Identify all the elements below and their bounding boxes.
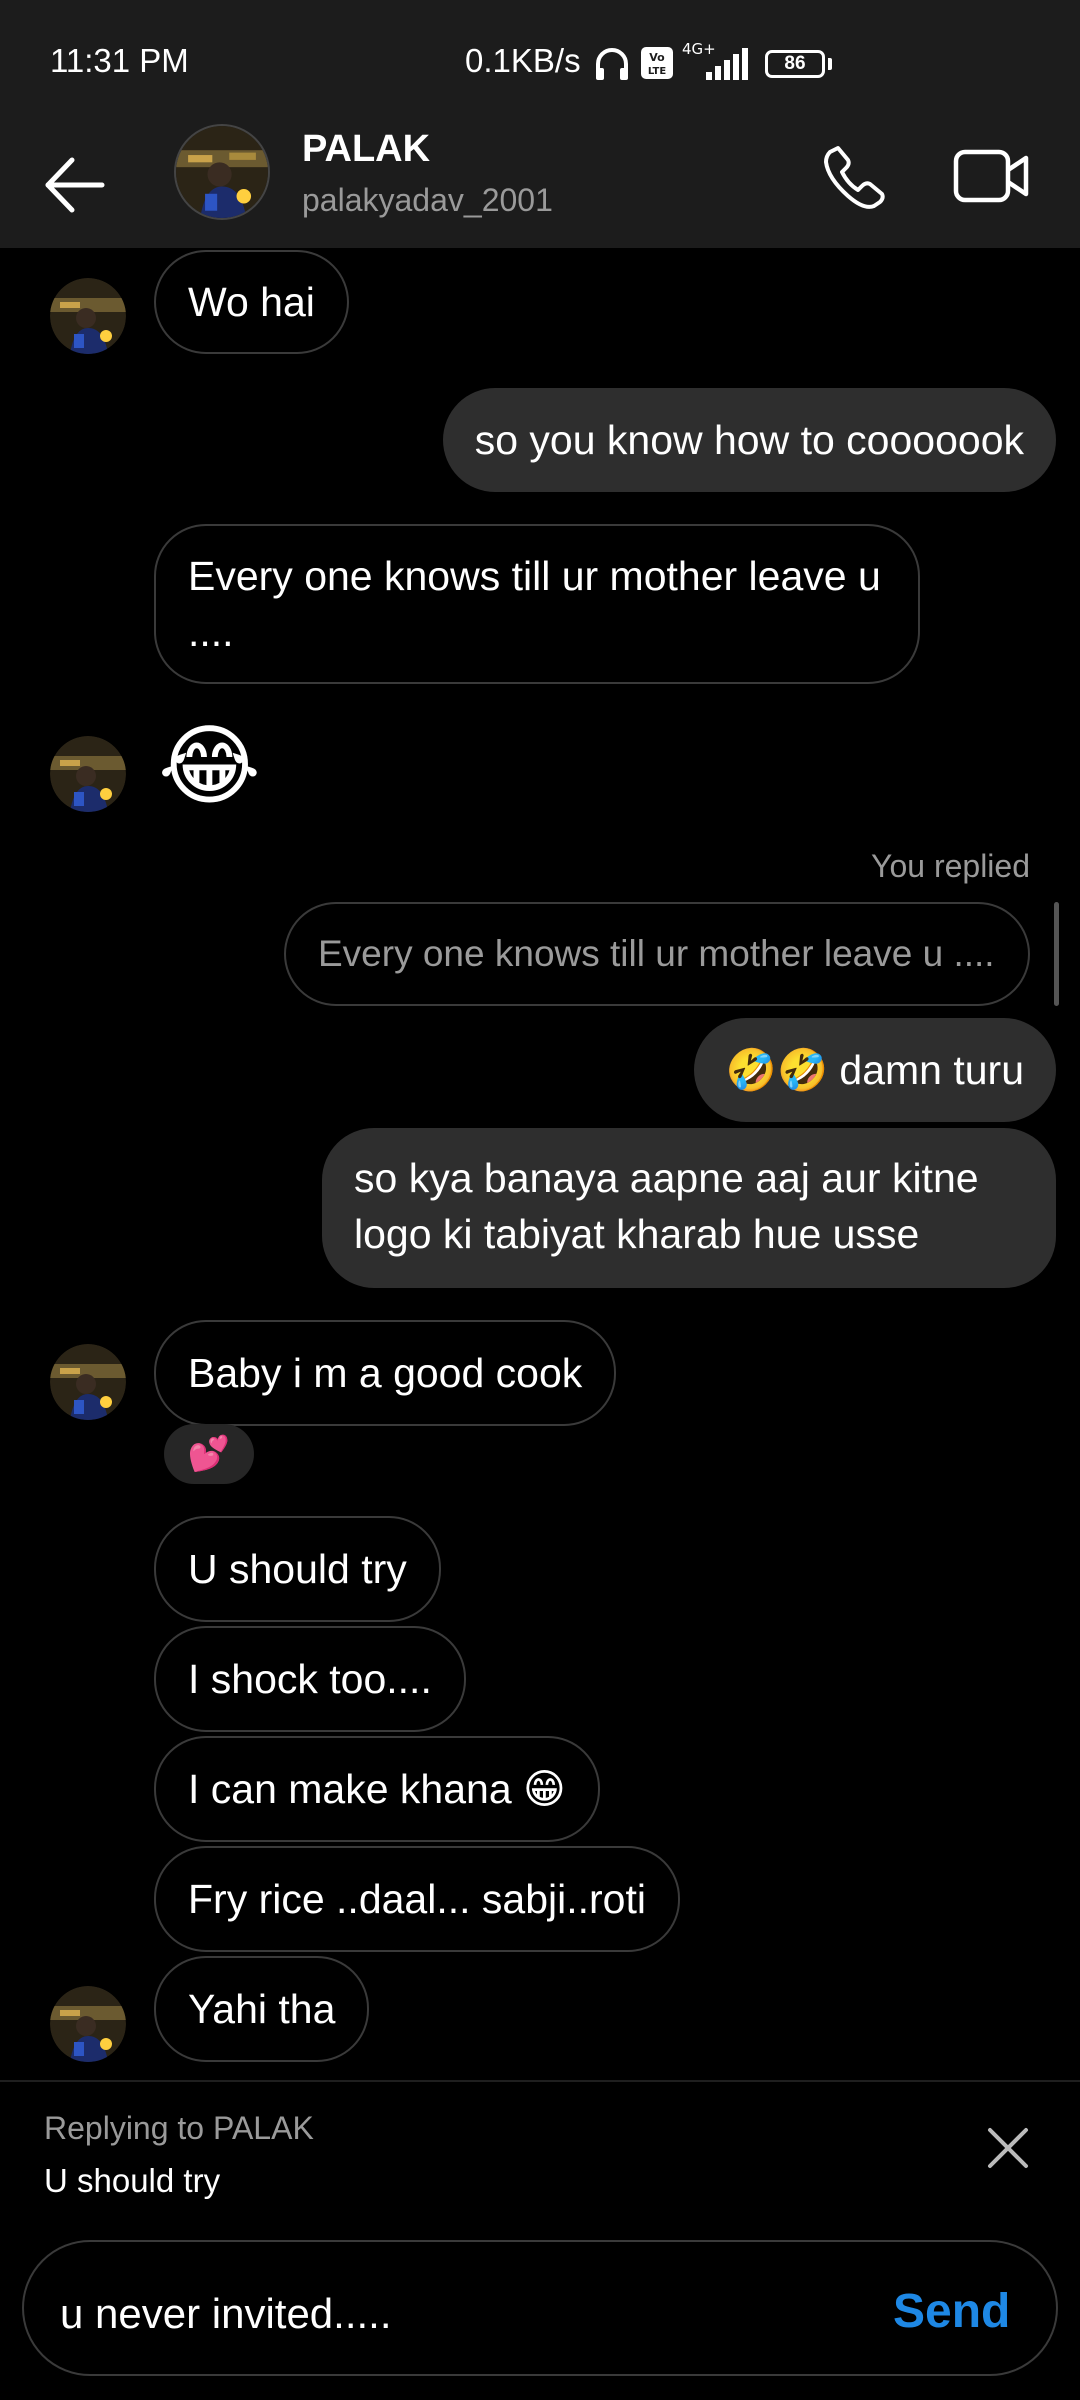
quoted-message[interactable]: Every one knows till ur mother leave u .… bbox=[284, 902, 1030, 1006]
battery-indicator: 86 bbox=[765, 50, 825, 78]
header-avatar[interactable] bbox=[174, 124, 270, 220]
emoji-message[interactable]: 😂 bbox=[158, 716, 261, 816]
status-bar: 11:31 PM 0.1KB/s Vo LTE 4G+ 86 bbox=[0, 0, 1080, 120]
video-camera-icon bbox=[953, 149, 1029, 203]
message-bubble[interactable]: I can make khana 😁 bbox=[154, 1736, 600, 1842]
message-bubble[interactable]: U should try bbox=[154, 1516, 441, 1622]
message-bubble[interactable]: Yahi tha bbox=[154, 1956, 370, 2062]
contact-username[interactable]: palakyadav_2001 bbox=[302, 182, 553, 219]
send-button[interactable]: Send bbox=[893, 2284, 1010, 2339]
headphones-icon bbox=[592, 44, 632, 89]
sender-avatar[interactable] bbox=[50, 1986, 126, 2062]
signal-icon: 4G+ bbox=[682, 40, 754, 89]
message-bubble[interactable]: Baby i m a good cook bbox=[154, 1320, 617, 1426]
close-icon bbox=[988, 2128, 1028, 2168]
reaction-badge[interactable]: 💕 bbox=[164, 1424, 254, 1484]
sender-avatar[interactable] bbox=[50, 736, 126, 812]
message-bubble[interactable]: Fry rice ..daal... sabji..roti bbox=[154, 1846, 680, 1952]
back-button[interactable] bbox=[40, 150, 110, 220]
status-time: 11:31 PM bbox=[50, 42, 189, 79]
message-input[interactable]: u never invited..... bbox=[60, 2290, 392, 2338]
battery-nub bbox=[828, 58, 832, 70]
svg-text:LTE: LTE bbox=[648, 66, 667, 77]
message-bubble[interactable]: 🤣🤣 damn turu bbox=[693, 1018, 1056, 1122]
message-bubble[interactable]: so you know how to cooooook bbox=[442, 388, 1056, 492]
sender-avatar[interactable] bbox=[50, 1344, 126, 1420]
quote-indicator bbox=[1054, 902, 1059, 1006]
you-replied-label: You replied bbox=[871, 848, 1030, 884]
message-bubble[interactable]: Every one knows till ur mother leave u .… bbox=[154, 524, 920, 684]
replying-to-label: Replying to PALAK bbox=[44, 2110, 314, 2146]
message-bubble[interactable]: so kya banaya aapne aaj aur kitne logo k… bbox=[322, 1128, 1056, 1288]
volte-icon: Vo LTE bbox=[640, 46, 674, 85]
network-speed: 0.1KB/s bbox=[465, 42, 581, 79]
contact-name[interactable]: PALAK bbox=[302, 128, 430, 171]
voice-call-button[interactable] bbox=[818, 140, 890, 212]
phone-icon bbox=[824, 146, 885, 209]
cancel-reply-button[interactable] bbox=[978, 2118, 1038, 2178]
message-bubble[interactable]: Wo hai bbox=[154, 250, 349, 354]
arrow-left-icon bbox=[45, 157, 105, 213]
replying-to-text: U should try bbox=[44, 2162, 221, 2199]
message-bubble[interactable]: I shock too.... bbox=[154, 1626, 466, 1732]
video-call-button[interactable] bbox=[952, 140, 1032, 212]
sender-avatar[interactable] bbox=[50, 278, 126, 354]
svg-text:Vo: Vo bbox=[649, 51, 665, 64]
chat-screen: 11:31 PM 0.1KB/s Vo LTE 4G+ 86 PALAK pal… bbox=[0, 0, 1080, 2400]
network-type-label: 4G+ bbox=[682, 40, 716, 58]
